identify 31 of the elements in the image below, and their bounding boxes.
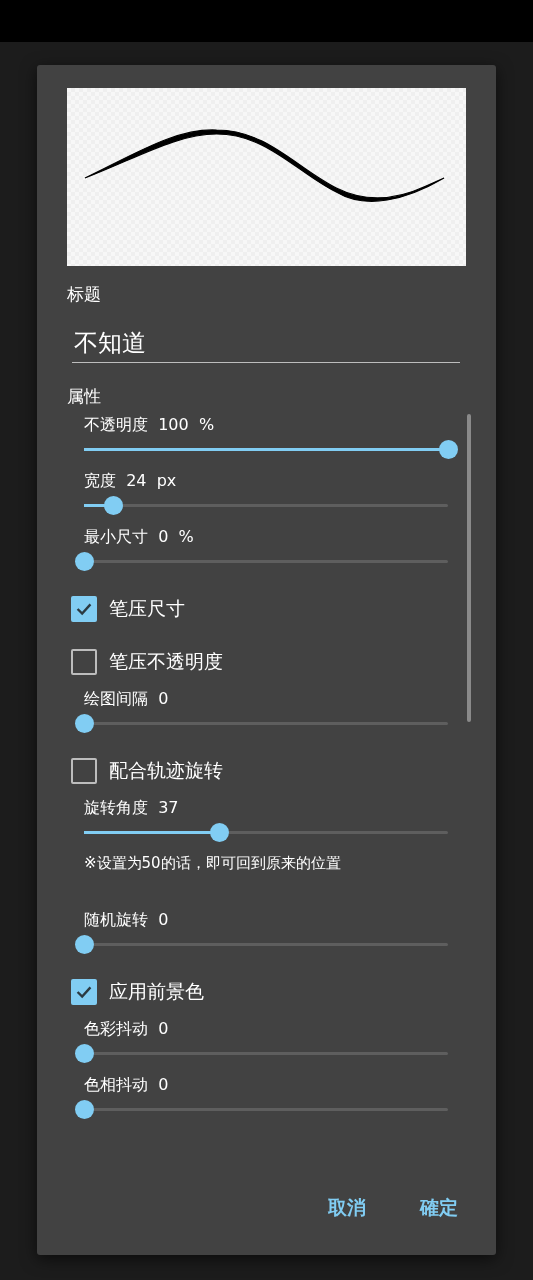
slider-label: 宽度 24 px: [84, 470, 178, 492]
title-input-field[interactable]: 不知道: [72, 327, 460, 363]
title-label: 标题: [67, 283, 102, 306]
checkbox[interactable]: [71, 757, 97, 784]
slider-label: 不透明度 100 %: [84, 414, 216, 436]
slider-thumb[interactable]: [75, 551, 94, 571]
slider-thumb[interactable]: [209, 822, 229, 842]
slider-label: 色相抖动 0: [84, 1074, 170, 1096]
hint-text: ※设置为50的话，即可回到原来的位置: [84, 854, 341, 872]
scrollbar[interactable]: [467, 414, 471, 722]
checkbox[interactable]: [71, 978, 97, 1005]
dialog-button[interactable]: 取消: [320, 1191, 374, 1225]
slider-label: 随机旋转 0: [84, 909, 170, 931]
slider-thumb[interactable]: [75, 713, 94, 733]
slider-label: 旋转角度 37: [84, 797, 180, 819]
dialog-button[interactable]: 確定: [412, 1191, 466, 1225]
slider-thumb[interactable]: [104, 495, 124, 515]
slider-thumb[interactable]: [75, 1043, 94, 1063]
checkbox-label: 应用前景色: [109, 978, 204, 1004]
slider-thumb[interactable]: [439, 439, 458, 459]
slider-thumb[interactable]: [75, 934, 94, 954]
section-label: 属性: [67, 385, 102, 408]
slider-label: 最小尺寸 0 %: [84, 526, 195, 548]
checkbox[interactable]: [71, 648, 97, 675]
slider-label: 绘图间隔 0: [84, 688, 170, 710]
checkbox[interactable]: [71, 595, 97, 622]
checkbox-label: 笔压不透明度: [109, 648, 223, 674]
slider-label: 色彩抖动 0: [84, 1018, 170, 1040]
slider-thumb[interactable]: [75, 1099, 94, 1119]
checkbox-label: 配合轨迹旋转: [109, 757, 223, 783]
checkbox-label: 笔压尺寸: [109, 595, 185, 621]
